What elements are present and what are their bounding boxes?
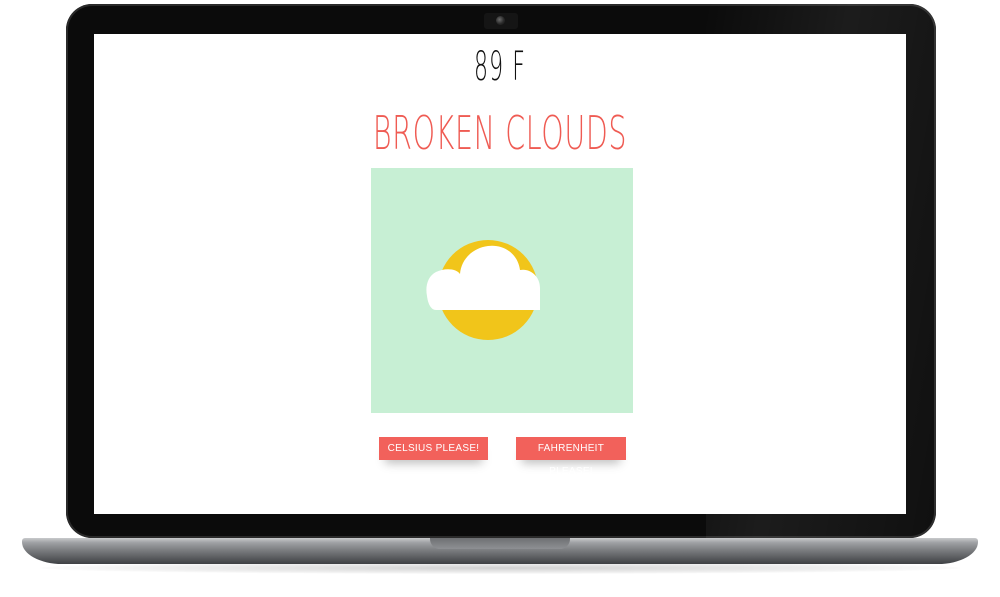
- sun-behind-cloud-icon: [426, 240, 540, 340]
- weather-condition: BROKEN CLOUDS: [372, 106, 628, 160]
- laptop-mockup: 89 F BROKEN CLOUDS CELSIUS PLEASE! FAHRE…: [0, 0, 1000, 597]
- fahrenheit-button[interactable]: FAHRENHEIT PLEASE!: [516, 437, 626, 477]
- webcam-icon: [496, 16, 505, 25]
- temperature-display: 89 F: [473, 44, 527, 90]
- laptop-base-notch: [430, 538, 570, 549]
- weather-icon-panel: [371, 168, 633, 413]
- celsius-button[interactable]: CELSIUS PLEASE!: [379, 437, 488, 460]
- screen: 89 F BROKEN CLOUDS CELSIUS PLEASE! FAHRE…: [94, 34, 906, 514]
